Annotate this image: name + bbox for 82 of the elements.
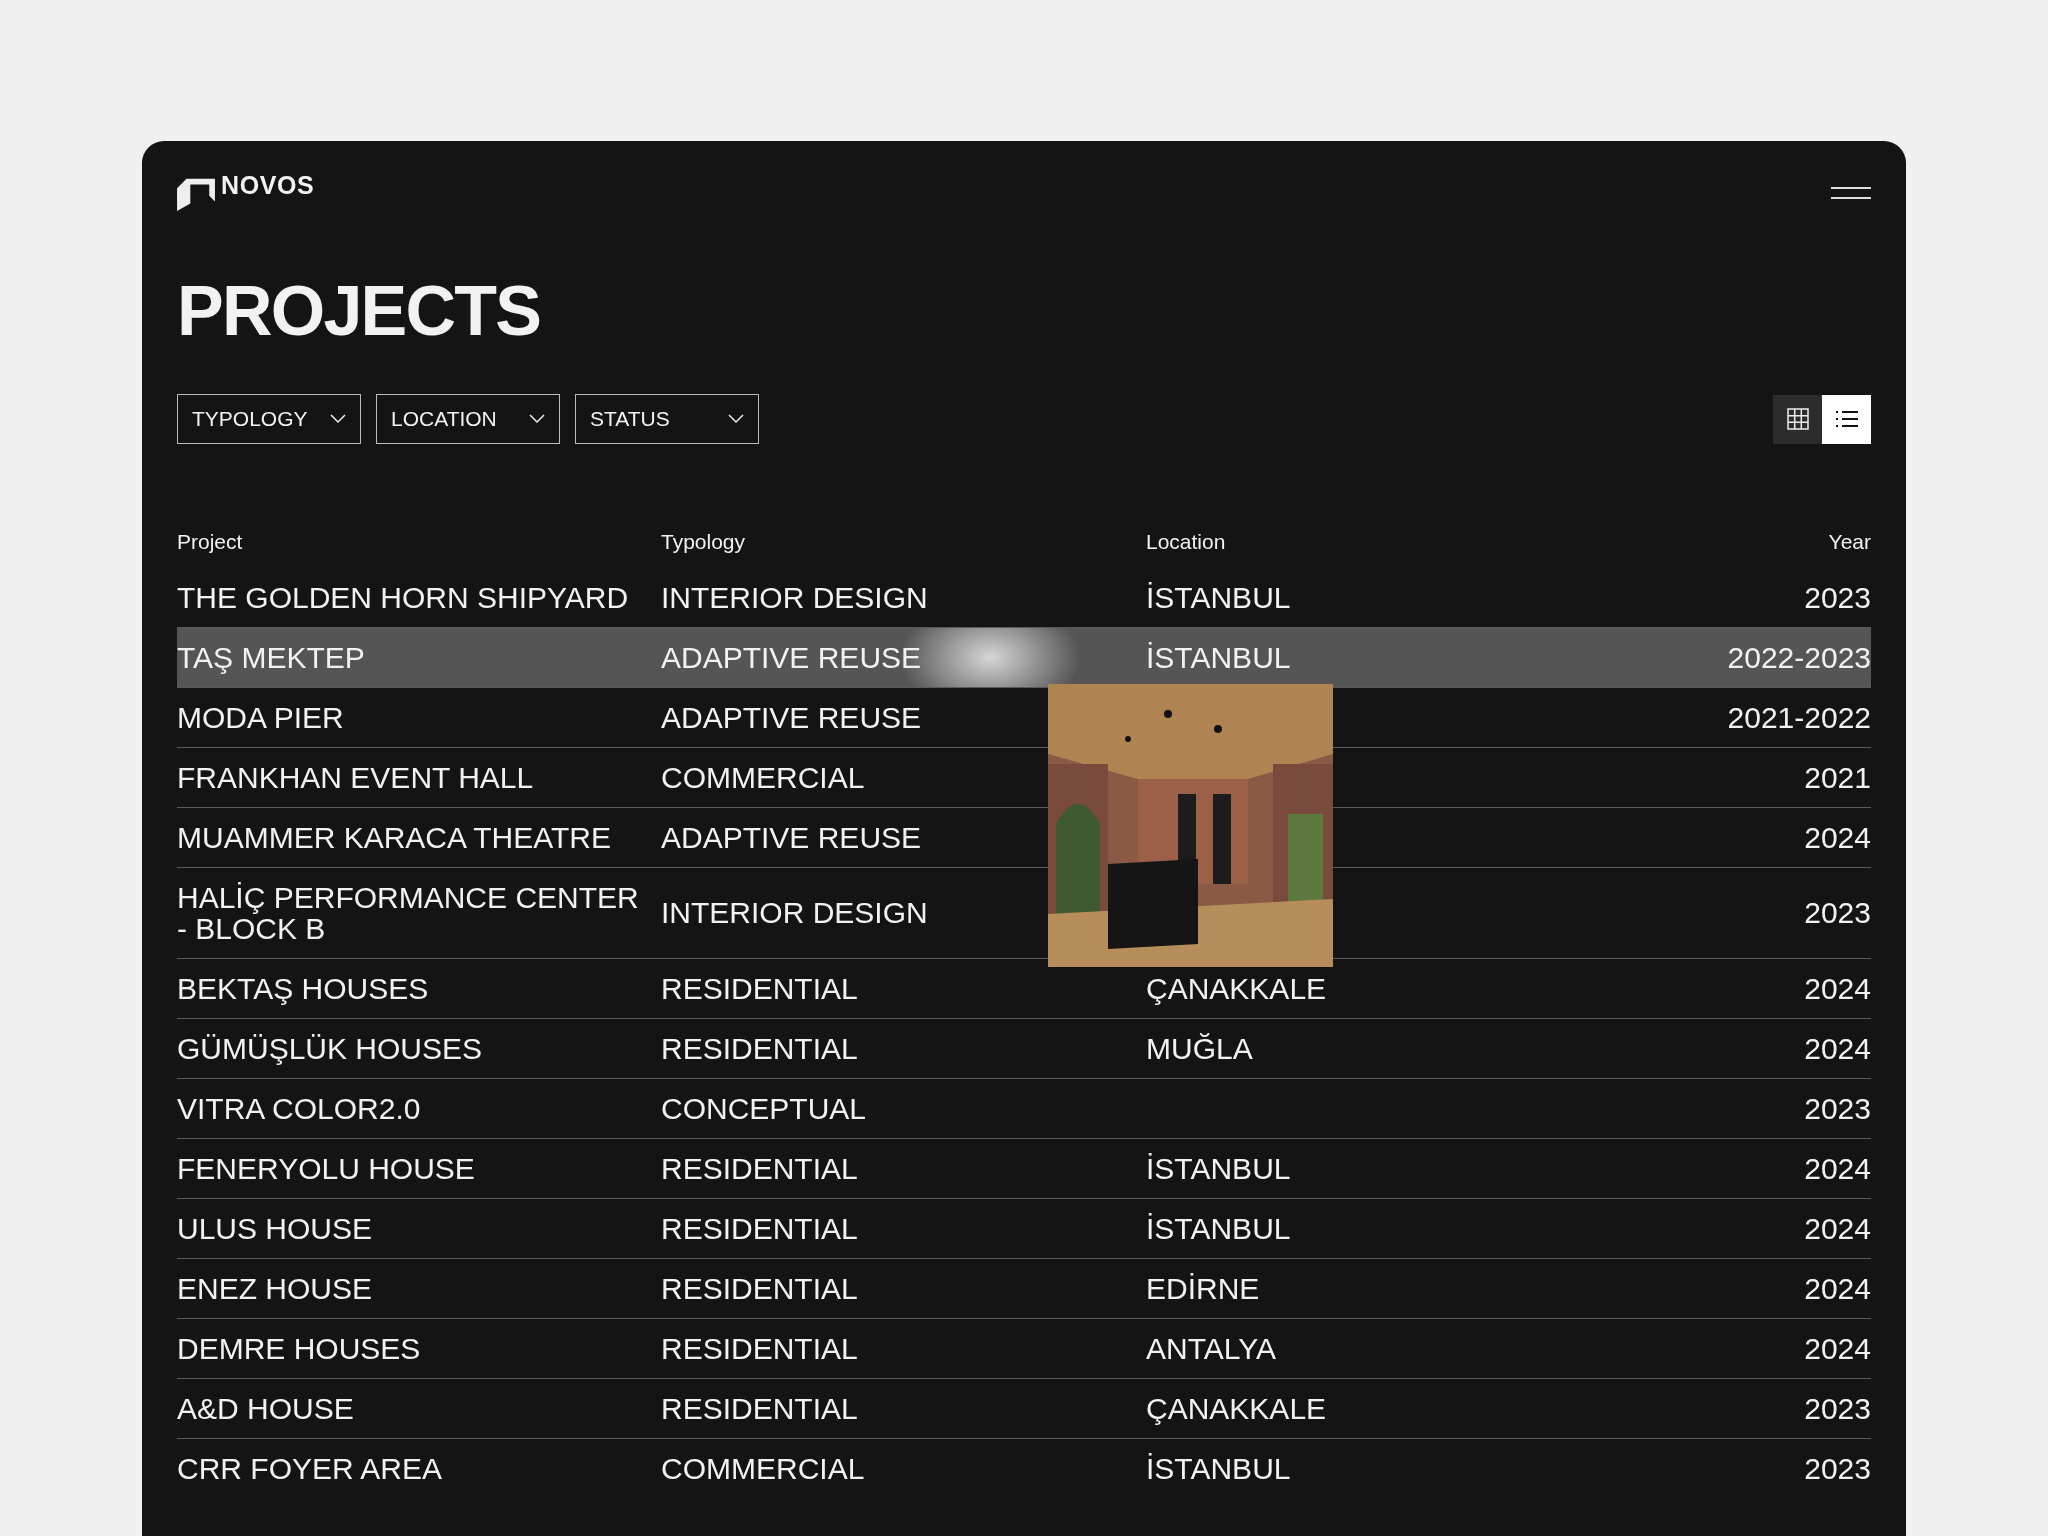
table-cell-text: İSTANBUL xyxy=(1146,581,1292,613)
page-title: PROJECTS xyxy=(177,276,542,346)
table-cell-text: ANTALYA xyxy=(1146,1332,1278,1364)
table-cell-text: ADAPTIVE REUSE xyxy=(661,821,923,853)
table-cell-text: RESIDENTIAL xyxy=(661,1392,859,1424)
table-cell-text: 2024 xyxy=(1803,1212,1871,1244)
table-cell-text: BEKTAŞ HOUSES xyxy=(177,972,430,1004)
table-cell-text: 2024 xyxy=(1803,1272,1871,1304)
table-cell-text: RESIDENTIAL xyxy=(661,1032,859,1064)
table-cell-text: MUAMMER KARACA THEATRE xyxy=(177,821,612,853)
table-cell-text: İSTANBUL xyxy=(1146,641,1292,673)
table-cell-text: ÇANAKKALE xyxy=(1146,972,1328,1004)
table-cell-text: CRR FOYER AREA xyxy=(177,1452,444,1484)
table-cell-text: CONCEPTUAL xyxy=(661,1092,868,1124)
table-cell-text: VITRA COLOR2.0 xyxy=(177,1092,422,1124)
table-row[interactable]: TAŞ MEKTEP ADAPTIVE REUSE İSTANBUL 2022-2023 xyxy=(177,626,1871,687)
column-header: Year xyxy=(1827,529,1871,555)
filter-dropdown[interactable]: TYPOLOGY xyxy=(177,394,361,444)
table-cell-text: 2023 xyxy=(1803,897,1871,928)
column-header: Location xyxy=(1146,529,1227,555)
table-cell-text: 2023 xyxy=(1803,1452,1871,1484)
table-cell-text: RESIDENTIAL xyxy=(661,1332,859,1364)
table-row[interactable]: FENERYOLU HOUSE RESIDENTIAL İSTANBUL 2024 xyxy=(177,1137,1871,1198)
table-cell-text: 2023 xyxy=(1803,581,1871,613)
table-cell-text: RESIDENTIAL xyxy=(661,972,859,1004)
table-cell-text: COMMERCIAL xyxy=(661,1452,866,1484)
table-cell-text: 2023 xyxy=(1803,1092,1871,1124)
table-cell-text: ENEZ HOUSE xyxy=(177,1272,374,1304)
table-cell-text: HALİÇ PERFORMANCE CENTER - BLOCK B xyxy=(177,881,640,944)
filter-dropdown[interactable]: STATUS xyxy=(575,394,759,444)
table-cell-text: MODA PIER xyxy=(177,701,345,733)
table-row[interactable]: THE GOLDEN HORN SHIPYARD INTERIOR DESIGN İSTANBUL 2023 xyxy=(177,567,1871,627)
table-cell-text: MUĞLA xyxy=(1146,1032,1254,1064)
table-cell-text: COMMERCIAL xyxy=(661,761,866,793)
table-cell-text: 2021-2022 xyxy=(1726,701,1871,733)
table-row[interactable]: ENEZ HOUSE RESIDENTIAL EDİRNE 2024 xyxy=(177,1257,1871,1318)
table-cell-text: 2024 xyxy=(1803,1032,1871,1064)
brand-name: NOVOS xyxy=(221,173,315,198)
table-row[interactable]: ULUS HOUSE RESIDENTIAL İSTANBUL 2024 xyxy=(177,1197,1871,1258)
table-cell-text: FRANKHAN EVENT HALL xyxy=(177,761,535,793)
table-cell-text: 2024 xyxy=(1803,1152,1871,1184)
table-cell-text: INTERIOR DESIGN xyxy=(661,581,929,613)
table-cell-text: GÜMÜŞLÜK HOUSES xyxy=(177,1032,484,1064)
table-cell-text: DEMRE HOUSES xyxy=(177,1332,422,1364)
table-cell-text: RESIDENTIAL xyxy=(661,1212,859,1244)
grid-view-button[interactable] xyxy=(1773,394,1822,444)
menu-icon[interactable] xyxy=(1831,187,1871,199)
table-row[interactable]: DEMRE HOUSES RESIDENTIAL ANTALYA 2024 xyxy=(177,1317,1871,1378)
table-cell-text: THE GOLDEN HORN SHIPYARD xyxy=(177,581,630,613)
table-row[interactable]: VITRA COLOR2.0 CONCEPTUAL 2023 xyxy=(177,1077,1871,1138)
table-cell-text: 2022-2023 xyxy=(1726,641,1871,673)
table-cell-text: ÇANAKKALE xyxy=(1146,1392,1328,1424)
table-cell-text: 2021 xyxy=(1803,761,1871,793)
table-cell-text: ADAPTIVE REUSE xyxy=(661,701,923,733)
table-cell-text: 2024 xyxy=(1803,1332,1871,1364)
list-icon xyxy=(1834,409,1859,429)
chevron-down-icon xyxy=(728,414,744,424)
table-cell-text: İSTANBUL xyxy=(1146,1452,1292,1484)
chevron-down-icon xyxy=(529,414,545,424)
table-cell-text: İSTANBUL xyxy=(1146,1152,1292,1184)
table-cell-text: 2024 xyxy=(1803,972,1871,1004)
table-row[interactable]: GÜMÜŞLÜK HOUSES RESIDENTIAL MUĞLA 2024 xyxy=(177,1017,1871,1078)
table-cell-text: 2024 xyxy=(1803,821,1871,853)
filter-dropdown[interactable]: LOCATION xyxy=(376,394,560,444)
table-cell-text: İSTANBUL xyxy=(1146,1212,1292,1244)
grid-icon xyxy=(1786,408,1809,430)
column-header: Project xyxy=(177,529,244,555)
table-cell-text: EDİRNE xyxy=(1146,1272,1261,1304)
table-row[interactable]: CRR FOYER AREA COMMERCIAL İSTANBUL 2023 xyxy=(177,1437,1871,1498)
chevron-down-icon xyxy=(330,414,346,424)
table-cell-text: ADAPTIVE REUSE xyxy=(661,641,923,673)
table-cell-text: INTERIOR DESIGN xyxy=(661,897,929,928)
table-cell-text: ULUS HOUSE xyxy=(177,1212,374,1244)
table-cell-text: FENERYOLU HOUSE xyxy=(177,1152,476,1184)
table-cell-text: RESIDENTIAL xyxy=(661,1272,859,1304)
column-header: Typology xyxy=(661,529,747,555)
table-cell-text: 2023 xyxy=(1803,1392,1871,1424)
table-row[interactable]: A&D HOUSE RESIDENTIAL ÇANAKKALE 2023 xyxy=(177,1377,1871,1438)
table-cell-text: A&D HOUSE xyxy=(177,1392,355,1424)
table-cell-text: RESIDENTIAL xyxy=(661,1152,859,1184)
table-cell-text: TAŞ MEKTEP xyxy=(177,641,366,673)
list-view-button[interactable] xyxy=(1822,394,1871,444)
